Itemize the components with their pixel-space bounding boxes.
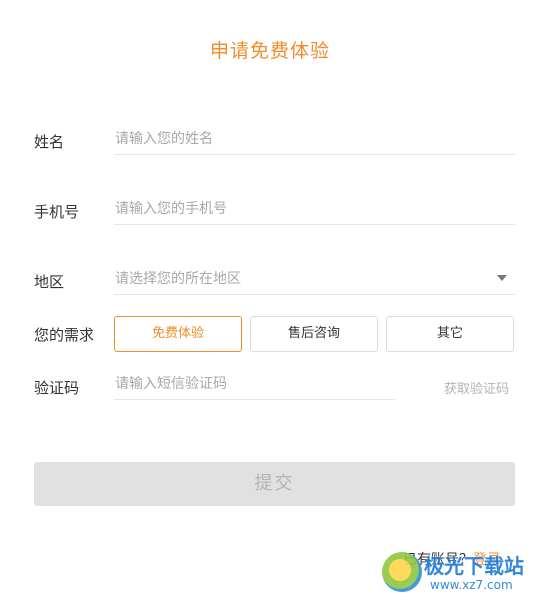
phone-field[interactable]: 请输入您的手机号 — [114, 193, 515, 225]
name-placeholder: 请输入您的姓名 — [115, 131, 213, 147]
watermark-url: www.xz7.com — [430, 578, 513, 592]
caret-down-icon[interactable] — [497, 275, 507, 281]
option-after-sales[interactable]: 售后咨询 — [250, 316, 378, 352]
watermark: 极光下载站 www.xz7.com — [380, 548, 540, 598]
code-placeholder: 请输入短信验证码 — [115, 376, 227, 392]
aurora-logo-icon — [382, 552, 422, 592]
watermark-brand: 极光下载站 — [424, 554, 524, 578]
name-label: 姓名 — [34, 133, 65, 151]
phone-label: 手机号 — [34, 203, 80, 221]
needs-label: 您的需求 — [34, 326, 95, 344]
submit-button[interactable]: 提交 — [34, 462, 515, 506]
option-free-trial[interactable]: 免费体验 — [114, 316, 242, 352]
page-title: 申请免费体验 — [209, 40, 330, 62]
code-label: 验证码 — [34, 379, 80, 397]
name-field[interactable]: 请输入您的姓名 — [114, 123, 515, 155]
code-field[interactable]: 请输入短信验证码 — [114, 368, 395, 400]
region-label: 地区 — [34, 273, 65, 291]
phone-placeholder: 请输入您的手机号 — [115, 201, 227, 217]
get-code-button[interactable]: 获取验证码 — [444, 378, 509, 397]
region-select[interactable]: 请选择您的所在地区 — [114, 263, 515, 295]
option-other[interactable]: 其它 — [386, 316, 514, 352]
region-placeholder: 请选择您的所在地区 — [115, 271, 241, 287]
